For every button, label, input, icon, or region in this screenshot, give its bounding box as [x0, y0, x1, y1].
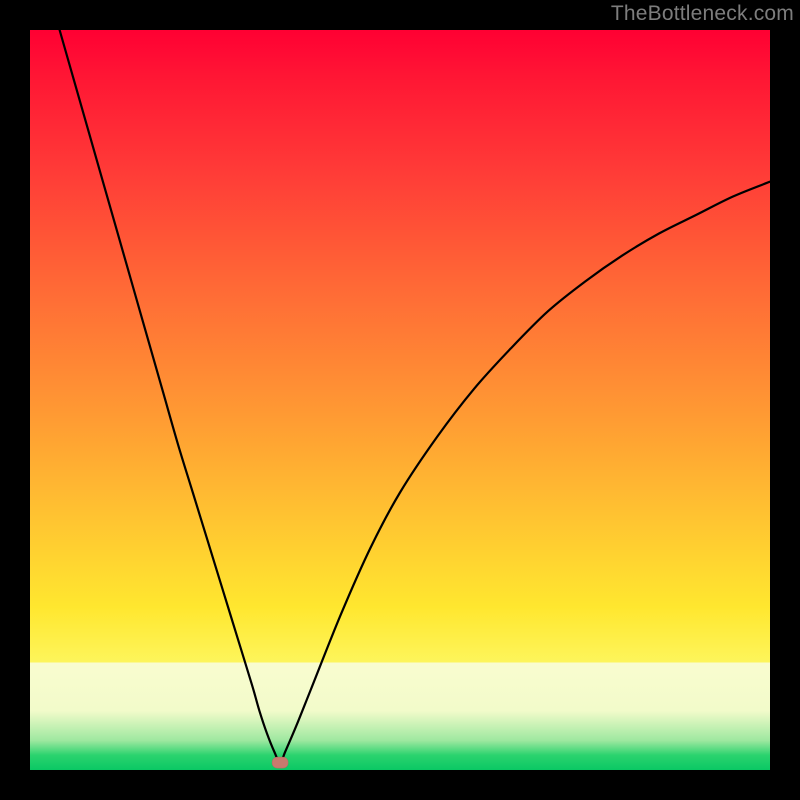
watermark-text: TheBottleneck.com [611, 2, 794, 26]
optimum-marker [272, 757, 288, 768]
curve-layer [30, 30, 770, 770]
bottleneck-curve [60, 30, 770, 763]
plot-area [30, 30, 770, 770]
chart-frame: TheBottleneck.com [0, 0, 800, 800]
